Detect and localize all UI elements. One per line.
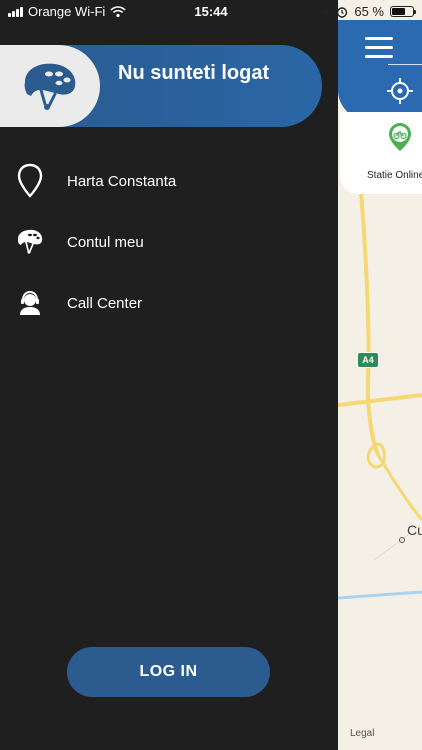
battery-percent: 65 % — [354, 4, 384, 19]
menu-item-call-center[interactable]: Call Center — [0, 278, 338, 328]
legal-link[interactable]: Legal — [350, 728, 374, 739]
login-status-title: Nu sunteti logat — [118, 62, 270, 84]
status-right: 65 % — [318, 4, 416, 19]
divider — [388, 64, 422, 65]
navigation-drawer: Nu sunteti logat Harta Constanta Contul … — [0, 0, 338, 750]
map-place-label: Cu — [407, 522, 422, 538]
station-online-label: Statie Online — [367, 170, 422, 181]
battery-icon — [390, 6, 416, 17]
helmet-icon — [14, 222, 46, 262]
online-station-pin-icon — [389, 123, 411, 151]
menu-item-contul-meu[interactable]: Contul meu — [0, 217, 338, 267]
hamburger-menu-icon[interactable] — [365, 37, 393, 59]
avatar — [0, 45, 100, 127]
map-top-panel — [338, 20, 422, 120]
menu-item-label: Contul meu — [67, 233, 144, 251]
road-badge-a4: A4 — [357, 352, 379, 368]
map-view[interactable]: Statie Online A4 Cu Legal — [338, 0, 422, 750]
helmet-icon — [24, 63, 76, 110]
status-bar: Orange Wi-Fi 15:44 65 % — [0, 0, 422, 24]
headset-user-icon — [14, 283, 46, 323]
map-pin-icon — [14, 161, 46, 201]
crosshair-locate-icon[interactable] — [386, 77, 414, 105]
battery-level — [392, 8, 405, 15]
legend-card: Statie Online — [340, 112, 422, 194]
menu-item-label: Call Center — [67, 294, 143, 312]
menu-item-harta-constanta[interactable]: Harta Constanta — [0, 156, 338, 206]
location-arrow-icon — [319, 6, 330, 17]
alarm-clock-icon — [337, 6, 348, 18]
login-button[interactable]: LOG IN — [67, 647, 270, 697]
menu-item-label: Harta Constanta — [67, 172, 177, 190]
